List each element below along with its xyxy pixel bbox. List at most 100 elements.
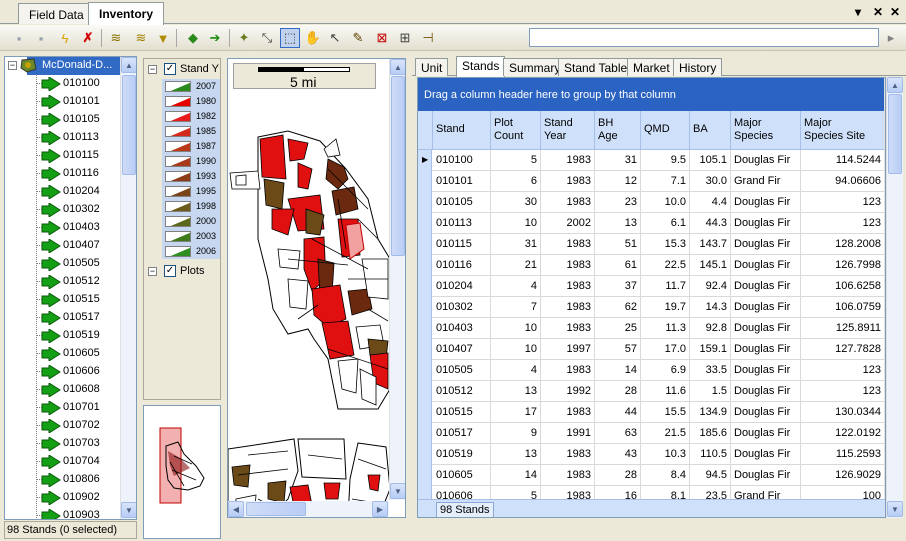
cell-major-species[interactable]: Douglas Fir (731, 423, 801, 444)
row-selector[interactable] (418, 402, 432, 423)
legend-class-row[interactable]: 2003 (162, 229, 220, 244)
save-icon[interactable]: ▪ (9, 28, 29, 48)
cell-major-species[interactable]: Douglas Fir (731, 465, 801, 486)
tree-item-stand[interactable]: 010517 (5, 309, 125, 327)
cell-stand-year[interactable]: 1983 (541, 465, 595, 486)
cell-major-species-site[interactable]: 127.7828 (801, 339, 885, 360)
cell-qmd[interactable]: 9.5 (641, 150, 690, 171)
cell-bh-age[interactable]: 61 (595, 255, 641, 276)
cell-stand[interactable]: 010605 (433, 465, 491, 486)
table-row[interactable]: 010101 6 1983 12 7.1 30.0 Grand Fir 94.06606 (418, 171, 885, 192)
cell-bh-age[interactable]: 43 (595, 444, 641, 465)
tree-item-stand[interactable]: 010505 (5, 255, 125, 273)
cell-plot-count[interactable]: 7 (491, 297, 541, 318)
cell-bh-age[interactable]: 12 (595, 171, 641, 192)
cell-plot-count[interactable]: 10 (491, 213, 541, 234)
tree-item-stand[interactable]: 010515 (5, 291, 125, 309)
cell-major-species[interactable]: Douglas Fir (731, 402, 801, 423)
cell-major-species-site[interactable]: 94.06606 (801, 171, 885, 192)
tree-item-stand[interactable]: 010903 (5, 507, 125, 519)
zoom-box-icon[interactable]: ⬚ (280, 28, 300, 48)
row-selector[interactable] (418, 213, 432, 234)
cell-major-species-site[interactable]: 123 (801, 192, 885, 213)
cell-plot-count[interactable]: 4 (491, 276, 541, 297)
tree-item-stand[interactable]: 010204 (5, 183, 125, 201)
row-selector[interactable] (418, 465, 432, 486)
row-selector[interactable] (418, 381, 432, 402)
map-vertical-scrollbar[interactable]: ▲ ▼ (389, 59, 405, 500)
collapse-icon[interactable]: − (148, 65, 157, 74)
table-row[interactable]: 010407 10 1997 57 17.0 159.1 Douglas Fir 127.78… (418, 339, 885, 360)
row-selector[interactable]: ▶ (418, 150, 432, 171)
cell-stand-year[interactable]: 1983 (541, 171, 595, 192)
cell-stand-year[interactable]: 1997 (541, 339, 595, 360)
cell-stand[interactable]: 010302 (433, 297, 491, 318)
cell-major-species[interactable]: Douglas Fir (731, 150, 801, 171)
cell-major-species-site[interactable]: 125.8911 (801, 318, 885, 339)
legend-class-row[interactable]: 2007 (162, 79, 220, 94)
cell-plot-count[interactable]: 6 (491, 171, 541, 192)
scroll-down-icon[interactable]: ▼ (390, 483, 405, 499)
map-view[interactable]: 5 mi ▲ ▼ ◀ ▶ (227, 58, 406, 518)
cell-major-species-site[interactable]: 126.9029 (801, 465, 885, 486)
cell-qmd[interactable]: 19.7 (641, 297, 690, 318)
clear-selection-icon[interactable]: ⊠ (372, 28, 392, 48)
scroll-right-icon[interactable]: ▶ (372, 501, 388, 517)
cell-stand-year[interactable]: 1991 (541, 423, 595, 444)
layer-icon[interactable]: ≋ (106, 28, 126, 48)
row-selector[interactable] (418, 255, 432, 276)
cell-qmd[interactable]: 6.1 (641, 213, 690, 234)
cell-ba[interactable]: 44.3 (690, 213, 731, 234)
tree-item-stand[interactable]: 010608 (5, 381, 125, 399)
cell-qmd[interactable]: 21.5 (641, 423, 690, 444)
cell-major-species-site[interactable]: 126.7998 (801, 255, 885, 276)
cell-qmd[interactable]: 15.3 (641, 234, 690, 255)
tree-item-stand[interactable]: 010512 (5, 273, 125, 291)
cell-plot-count[interactable]: 31 (491, 234, 541, 255)
table-row[interactable]: 010204 4 1983 37 11.7 92.4 Douglas Fir 106.6258 (418, 276, 885, 297)
cell-ba[interactable]: 33.5 (690, 360, 731, 381)
tree-item-stand[interactable]: 010701 (5, 399, 125, 417)
column-header-bh-age[interactable]: BH Age (595, 111, 641, 150)
cell-qmd[interactable]: 17.0 (641, 339, 690, 360)
row-selector[interactable] (418, 339, 432, 360)
tab-stand-table[interactable]: Stand Table (558, 58, 634, 76)
legend-class-row[interactable]: 1987 (162, 139, 220, 154)
scroll-left-icon[interactable]: ◀ (228, 501, 244, 517)
table-row[interactable]: ▶ 010100 5 1983 31 9.5 105.1 Douglas Fir 114.524… (418, 150, 885, 171)
cell-qmd[interactable]: 7.1 (641, 171, 690, 192)
legend-class-row[interactable]: 1998 (162, 199, 220, 214)
layers-icon[interactable]: ≋ (131, 28, 151, 48)
cell-bh-age[interactable]: 51 (595, 234, 641, 255)
cell-plot-count[interactable]: 10 (491, 318, 541, 339)
legend-class-row[interactable]: 1985 (162, 124, 220, 139)
measure-icon[interactable]: ⊣ (418, 28, 438, 48)
cell-plot-count[interactable]: 14 (491, 465, 541, 486)
cell-stand[interactable]: 010115 (433, 234, 491, 255)
collapse-icon[interactable]: − (148, 267, 157, 276)
tree-item-stand[interactable]: 010703 (5, 435, 125, 453)
group-by-area[interactable]: Drag a column header here to group by th… (418, 78, 885, 111)
scroll-up-icon[interactable]: ▲ (887, 77, 903, 93)
cell-stand[interactable]: 010116 (433, 255, 491, 276)
cell-stand[interactable]: 010100 (433, 150, 491, 171)
table-row[interactable]: 010105 30 1983 23 10.0 4.4 Douglas Fir 123 (418, 192, 885, 213)
cell-stand-year[interactable]: 2002 (541, 213, 595, 234)
cell-plot-count[interactable]: 10 (491, 339, 541, 360)
scroll-up-icon[interactable]: ▲ (390, 59, 405, 75)
cell-ba[interactable]: 110.5 (690, 444, 731, 465)
cell-major-species[interactable]: Douglas Fir (731, 318, 801, 339)
cell-qmd[interactable]: 11.6 (641, 381, 690, 402)
cell-major-species-site[interactable]: 122.0192 (801, 423, 885, 444)
legend-layer-name[interactable]: Stand Y (180, 63, 219, 75)
cell-bh-age[interactable]: 62 (595, 297, 641, 318)
cell-major-species[interactable]: Douglas Fir (731, 276, 801, 297)
cell-ba[interactable]: 30.0 (690, 171, 731, 192)
scroll-up-icon[interactable]: ▲ (121, 57, 136, 73)
cell-stand-year[interactable]: 1983 (541, 402, 595, 423)
row-selector[interactable] (418, 192, 432, 213)
cell-bh-age[interactable]: 63 (595, 423, 641, 444)
cell-major-species[interactable]: Douglas Fir (731, 213, 801, 234)
cell-qmd[interactable]: 10.0 (641, 192, 690, 213)
table-row[interactable]: 010116 21 1983 61 22.5 145.1 Douglas Fir 126.79… (418, 255, 885, 276)
